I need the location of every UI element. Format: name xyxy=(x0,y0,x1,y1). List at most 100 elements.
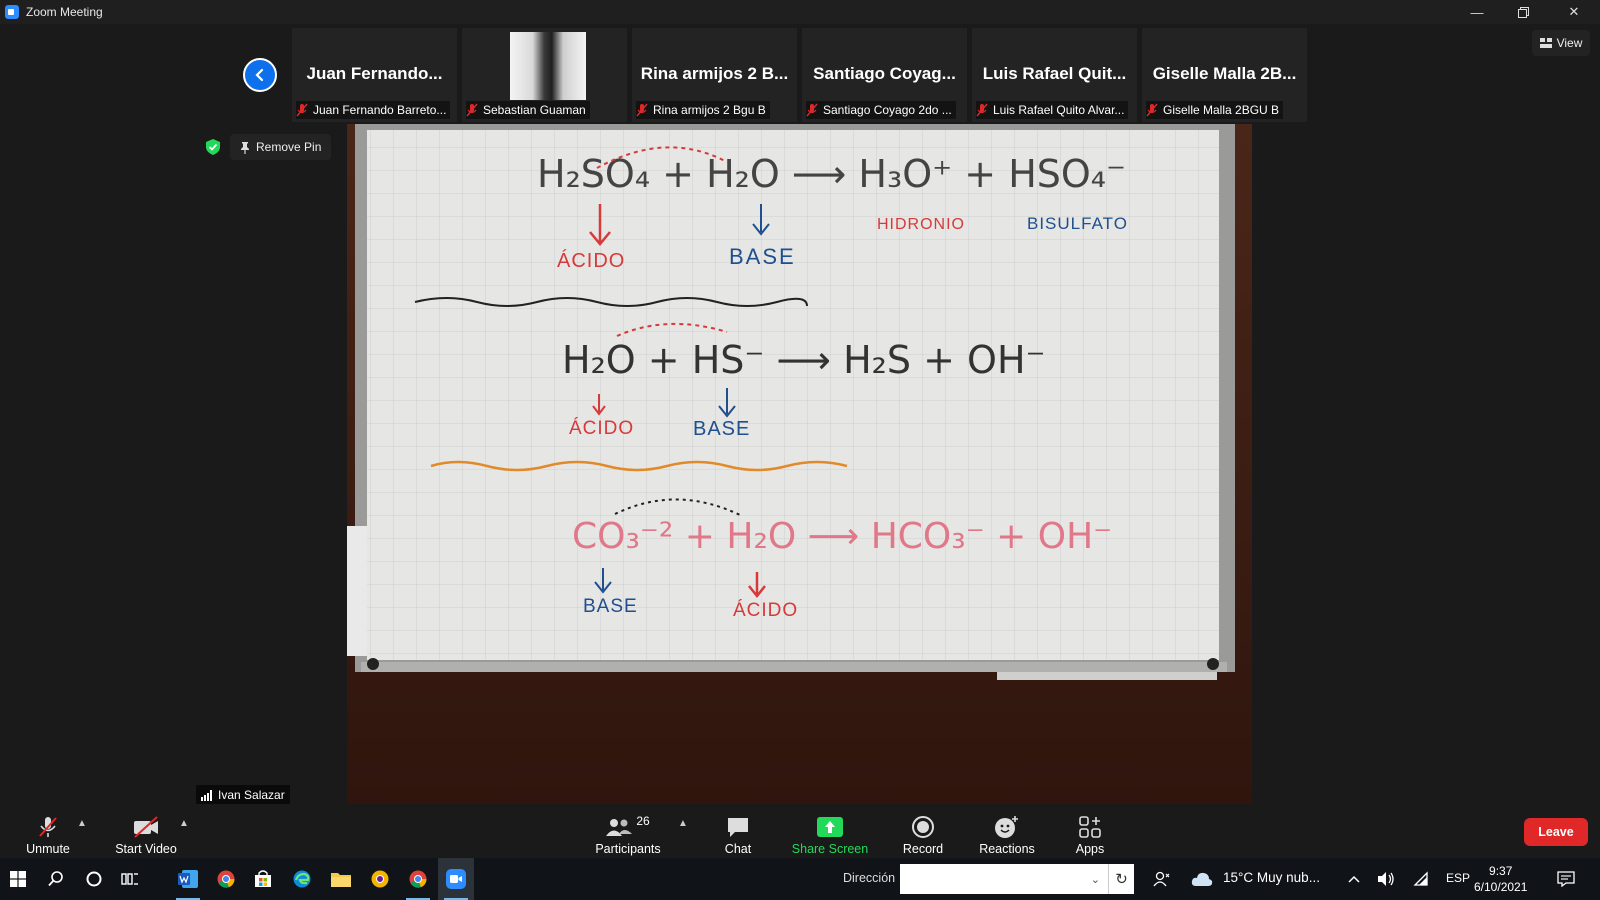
signal-strength-icon xyxy=(201,789,212,801)
close-window-button[interactable]: ✕ xyxy=(1548,0,1600,24)
address-refresh-button[interactable]: ↻ xyxy=(1108,864,1134,894)
participant-label: Sebastian Guaman xyxy=(466,101,590,119)
zoom-icon xyxy=(446,869,466,889)
windows-taskbar: Dirección ⌄ ↻ 15°C Muy nub... ESP 9:37 6… xyxy=(0,858,1600,900)
volume-button[interactable] xyxy=(1368,858,1404,900)
record-icon xyxy=(912,816,934,838)
taskbar-chrome-window[interactable] xyxy=(400,858,436,900)
mic-muted-icon xyxy=(636,103,648,117)
active-speaker-video: H₂SO₄ + H₂O ⟶ H₃O⁺ + HSO₄⁻ ÁCIDO BASE HI… xyxy=(347,124,1252,804)
unmute-button[interactable]: Unmute xyxy=(22,808,74,856)
participant-tile[interactable]: Sebastian Guaman xyxy=(462,28,627,122)
chrome-icon xyxy=(409,870,427,888)
participant-tile[interactable]: Santiago Coyag... Santiago Coyago 2do ..… xyxy=(802,28,967,122)
wifi-icon xyxy=(1413,871,1428,886)
participant-label: Juan Fernando Barreto... xyxy=(296,101,451,119)
strip-prev-button[interactable] xyxy=(243,58,277,92)
video-off-icon xyxy=(134,816,158,838)
pin-controls: Remove Pin xyxy=(204,134,332,160)
mic-muted-icon xyxy=(296,103,308,117)
apps-icon xyxy=(1079,816,1101,838)
meeting-toolbar: Unmute ▲ Start Video ▲ 26 Participants ▲… xyxy=(0,804,1600,858)
taskbar-zoom[interactable] xyxy=(438,858,474,900)
eq3-base-label: BASE xyxy=(583,596,638,617)
address-input[interactable]: ⌄ xyxy=(900,864,1108,894)
title-bar: Zoom Meeting — ✕ xyxy=(0,0,1600,24)
chevron-left-icon xyxy=(255,68,264,82)
participant-video-feed xyxy=(510,32,586,100)
equation-3: CO₃⁻² + H₂O ⟶ HCO₃⁻ + OH⁻ xyxy=(572,516,1113,557)
taskbar-search-button[interactable] xyxy=(38,858,74,900)
leave-button[interactable]: Leave xyxy=(1524,818,1588,846)
remove-pin-button[interactable]: Remove Pin xyxy=(230,134,332,160)
active-speaker-label: Ivan Salazar xyxy=(196,785,290,805)
mic-muted-icon xyxy=(1146,103,1158,117)
minimize-button[interactable]: — xyxy=(1454,0,1500,24)
eq2-acid-label: ÁCIDO xyxy=(569,418,635,439)
notification-icon xyxy=(1557,871,1575,887)
taskbar-chrome-profile[interactable] xyxy=(362,858,398,900)
network-button[interactable] xyxy=(1403,858,1439,900)
taskbar-word[interactable] xyxy=(170,858,206,900)
security-shield-icon xyxy=(206,139,220,155)
participant-label: Rina armijos 2 Bgu B xyxy=(636,101,770,119)
zoom-app-icon xyxy=(5,5,19,19)
restore-button[interactable] xyxy=(1500,0,1546,24)
weather-widget-icon[interactable] xyxy=(1184,858,1220,900)
cortana-button[interactable] xyxy=(76,858,112,900)
search-icon xyxy=(48,871,63,887)
participant-display-name: Juan Fernando... xyxy=(306,64,443,83)
taskbar-chrome[interactable] xyxy=(208,858,244,900)
task-view-icon xyxy=(121,873,138,885)
chat-icon xyxy=(728,818,748,837)
taskbar-store[interactable] xyxy=(245,858,281,900)
input-language[interactable]: ESP xyxy=(1446,871,1470,885)
participant-display-name: Giselle Malla 2B... xyxy=(1152,64,1297,83)
audio-options-caret[interactable]: ▲ xyxy=(77,818,87,829)
participants-options-caret[interactable]: ▲ xyxy=(678,818,688,829)
taskbar-edge[interactable] xyxy=(284,858,320,900)
edge-icon xyxy=(293,870,311,888)
system-clock[interactable]: 9:37 6/10/2021 xyxy=(1474,863,1527,895)
participant-display-name: Luis Rafael Quit... xyxy=(982,64,1127,83)
mic-muted-icon xyxy=(806,103,818,117)
store-bag-icon xyxy=(255,870,271,887)
folder-icon xyxy=(331,873,351,887)
chrome-icon xyxy=(217,870,235,888)
record-button[interactable]: Record xyxy=(900,808,946,856)
windows-start-button[interactable] xyxy=(0,858,36,900)
weather-text[interactable]: 15°C Muy nub... xyxy=(1223,870,1320,885)
view-button[interactable]: View xyxy=(1532,30,1590,56)
reactions-button[interactable]: Reactions xyxy=(976,808,1038,856)
reactions-icon xyxy=(995,816,1018,838)
whiteboard-annotations xyxy=(414,146,848,599)
share-screen-icon xyxy=(817,817,843,837)
mic-muted-icon xyxy=(976,103,988,117)
notifications-button[interactable] xyxy=(1548,858,1584,900)
eq2-base-label: BASE xyxy=(693,418,751,440)
participant-display-name: Santiago Coyag... xyxy=(813,64,956,83)
participant-tile[interactable]: Rina armijos 2 B... Rina armijos 2 Bgu B xyxy=(632,28,797,122)
taskbar-file-explorer[interactable] xyxy=(323,858,359,900)
start-video-button[interactable]: Start Video xyxy=(110,808,182,856)
participant-display-name: Rina armijos 2 B... xyxy=(640,64,789,83)
task-view-button[interactable] xyxy=(112,858,148,900)
chrome-canary-icon xyxy=(371,870,389,888)
people-button[interactable] xyxy=(1144,858,1180,900)
chevron-down-icon: ⌄ xyxy=(1090,873,1100,886)
chat-button[interactable]: Chat xyxy=(716,808,760,856)
share-screen-button[interactable]: Share Screen xyxy=(790,808,870,856)
grid-view-icon xyxy=(1539,38,1552,48)
windows-logo-icon xyxy=(10,871,26,887)
participant-tile[interactable]: Juan Fernando... Juan Fernando Barreto..… xyxy=(292,28,457,122)
participants-button[interactable]: 26 Participants xyxy=(590,808,666,856)
show-hidden-icons[interactable] xyxy=(1336,858,1372,900)
participant-tile[interactable]: Giselle Malla 2B... Giselle Malla 2BGU B xyxy=(1142,28,1307,122)
participants-icon xyxy=(606,819,633,836)
address-toolbar-label: Dirección xyxy=(843,871,896,885)
participant-tile[interactable]: Luis Rafael Quit... Luis Rafael Quito Al… xyxy=(972,28,1137,122)
apps-button[interactable]: Apps xyxy=(1068,808,1112,856)
people-icon xyxy=(1153,871,1170,887)
participants-count: 26 xyxy=(636,814,650,828)
video-options-caret[interactable]: ▲ xyxy=(179,818,189,829)
